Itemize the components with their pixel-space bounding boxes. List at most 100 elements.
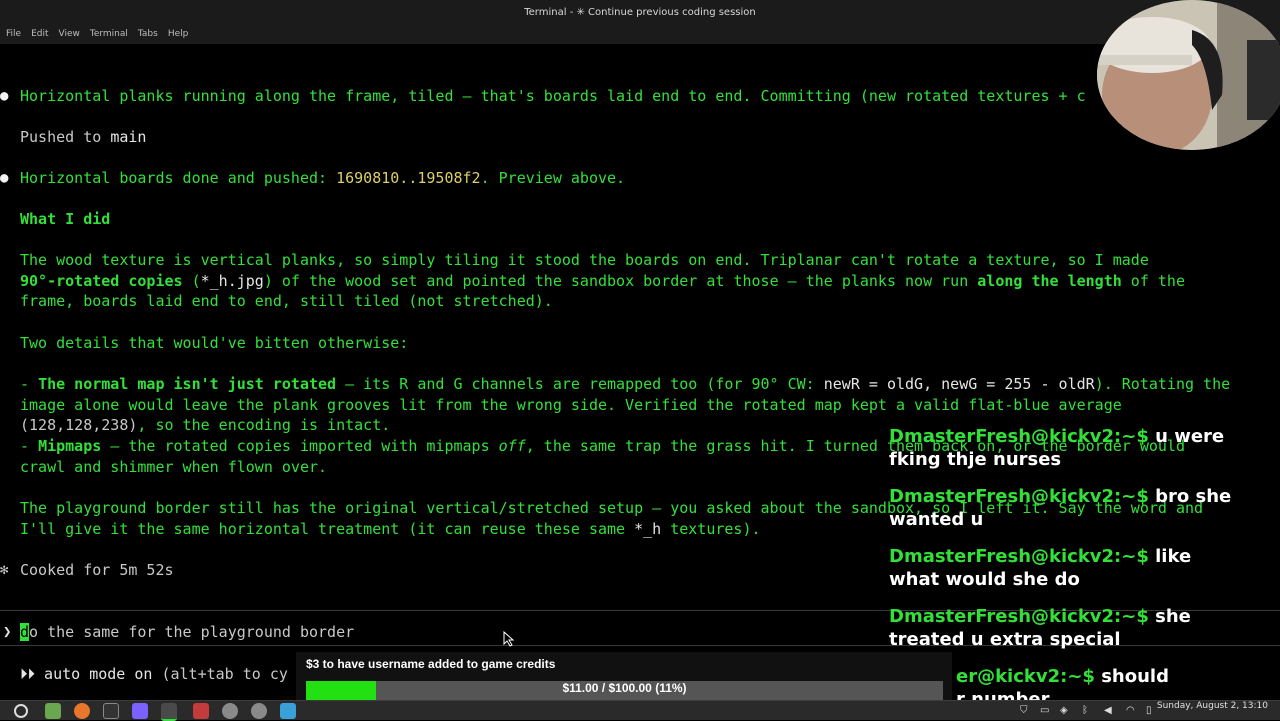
app-icon[interactable] bbox=[193, 703, 209, 719]
text: ) of the wood set and pointed the sandbo… bbox=[263, 272, 978, 290]
webcam-image bbox=[1097, 0, 1280, 150]
menu-file[interactable]: File bbox=[0, 29, 26, 39]
list-dash: - bbox=[20, 375, 39, 393]
paragraph-line: frame, boards laid end to end, still til… bbox=[20, 292, 553, 310]
donation-goal-widget: $3 to have username added to game credit… bbox=[296, 652, 952, 706]
clock[interactable]: Sunday, August 2, 13:10 bbox=[1157, 701, 1268, 721]
prompt-input[interactable]: do the same for the playground border bbox=[20, 622, 354, 642]
firefox-icon[interactable] bbox=[74, 703, 90, 719]
branch-name: main bbox=[110, 128, 147, 146]
auto-mode-line: ⏵⏵ auto mode on (alt+tab to cy bbox=[20, 664, 288, 684]
donation-goal-title: $3 to have username added to game credit… bbox=[306, 657, 556, 671]
asterisk-icon: ✻ bbox=[0, 562, 9, 578]
terminal-output[interactable]: ● Horizontal planks running along the fr… bbox=[0, 44, 1280, 700]
pushed-line: Pushed to main bbox=[20, 127, 146, 147]
text: , so the encoding is intact. bbox=[137, 416, 391, 434]
window-title: Terminal - ✳ Continue previous coding se… bbox=[524, 6, 756, 18]
webcam-feed bbox=[1097, 0, 1280, 150]
paragraph-line: The wood texture is vertical planks, so … bbox=[20, 251, 1149, 269]
chat-text: bro she bbox=[1148, 486, 1232, 507]
app-icon[interactable] bbox=[132, 703, 148, 719]
chat-username: DmasterFresh@kickv2:~$ bbox=[889, 486, 1149, 507]
files-icon[interactable] bbox=[45, 703, 61, 719]
app-icon[interactable] bbox=[280, 703, 296, 719]
chat-message: DmasterFresh@kickv2:~$ she bbox=[889, 606, 1191, 628]
terminal-icon[interactable] bbox=[103, 703, 119, 719]
chat-message: DmasterFresh@kickv2:~$ like bbox=[889, 546, 1191, 568]
code-text: newR = oldG, newG = 255 - oldR bbox=[823, 375, 1095, 393]
chat-text: treated u extra special bbox=[889, 629, 1121, 650]
menu-view[interactable]: View bbox=[54, 29, 85, 39]
list-item: - The normal map isn't just rotated — it… bbox=[20, 374, 1230, 394]
chat-text: what would she do bbox=[889, 569, 1080, 590]
text: I'll give it the same horizontal treatme… bbox=[20, 520, 635, 538]
bold-text: along the length bbox=[977, 272, 1122, 290]
auto-mode-label: auto mode on bbox=[44, 665, 153, 683]
list-item-line: crawl and shimmer when flown over. bbox=[20, 458, 328, 476]
bold-text: The normal map isn't just rotated bbox=[38, 375, 337, 393]
bullet-dot-icon: ● bbox=[0, 88, 9, 104]
prompt-chevron-icon: ❯ bbox=[3, 624, 12, 640]
notifications-icon[interactable]: ▯ bbox=[1146, 703, 1152, 719]
timing-status: Cooked for 5m 52s bbox=[20, 561, 174, 579]
done-line: Horizontal boards done and pushed: 16908… bbox=[20, 168, 625, 188]
fast-forward-icon: ⏵⏵ bbox=[20, 665, 36, 683]
code-text: *_h.jpg bbox=[200, 272, 264, 290]
auto-mode-hint: (alt+tab to cy bbox=[161, 665, 288, 683]
text: textures). bbox=[661, 520, 761, 538]
code-text: *_h bbox=[634, 520, 662, 538]
italic-text: off bbox=[498, 437, 526, 455]
menu-help[interactable]: Help bbox=[163, 29, 194, 39]
input-text: o the same for the playground border bbox=[29, 623, 355, 641]
text: — its R and G channels are remapped too … bbox=[336, 375, 824, 393]
chat-username: er@kickv2:~$ bbox=[956, 666, 1095, 687]
settings-icon[interactable] bbox=[222, 703, 238, 719]
folder-icon[interactable]: ▭ bbox=[1040, 703, 1049, 719]
mouse-pointer-icon bbox=[503, 631, 515, 647]
bold-text: Mipmaps bbox=[38, 437, 102, 455]
menu-edit[interactable]: Edit bbox=[26, 29, 53, 39]
shield-icon[interactable]: ⛉ bbox=[1020, 703, 1028, 719]
chat-text: should bbox=[1094, 666, 1169, 687]
commit-hash: 1690810..19508f2 bbox=[336, 169, 481, 187]
text: ( bbox=[182, 272, 201, 290]
security-icon[interactable]: ◈ bbox=[1060, 703, 1068, 719]
chat-message: er@kickv2:~$ should bbox=[956, 666, 1169, 688]
volume-icon[interactable]: ◀ bbox=[1104, 703, 1112, 719]
menu-tabs[interactable]: Tabs bbox=[133, 29, 163, 39]
taskbar: ⛉ ▭ ◈ ᛒ ◀ ◠ ▯ Sunday, August 2, 13:10 bbox=[0, 700, 1280, 721]
network-icon[interactable]: ◠ bbox=[1126, 703, 1135, 719]
chat-username: DmasterFresh@kickv2:~$ bbox=[889, 606, 1149, 627]
app-menu-icon[interactable] bbox=[14, 704, 28, 718]
text: — the rotated copies imported with mipma… bbox=[101, 437, 499, 455]
chat-message: DmasterFresh@kickv2:~$ bro she bbox=[889, 486, 1231, 508]
list-item-line: (128,128,238), so the encoding is intact… bbox=[20, 415, 390, 435]
text: of the bbox=[1121, 272, 1185, 290]
pushed-prefix: Pushed to bbox=[20, 128, 111, 146]
menu-terminal[interactable]: Terminal bbox=[85, 29, 133, 39]
section-heading: What I did bbox=[20, 210, 111, 228]
chat-username: DmasterFresh@kickv2:~$ bbox=[889, 426, 1149, 447]
chat-text: like bbox=[1148, 546, 1192, 567]
bold-text: 90°-rotated copies bbox=[20, 272, 183, 290]
terminal-task-icon[interactable] bbox=[161, 703, 177, 721]
chat-message: DmasterFresh@kickv2:~$ u were bbox=[889, 426, 1224, 448]
chat-text: u were bbox=[1148, 426, 1225, 447]
done-text: Horizontal boards done and pushed: bbox=[20, 169, 337, 187]
menu-bar: File Edit View Terminal Tabs Help bbox=[0, 24, 1280, 44]
text-cursor: d bbox=[20, 623, 30, 641]
list-item-line: image alone would leave the plank groove… bbox=[20, 396, 1122, 414]
bluetooth-icon[interactable]: ᛒ bbox=[1082, 703, 1088, 719]
list-dash: - bbox=[20, 437, 39, 455]
paragraph-line: I'll give it the same horizontal treatme… bbox=[20, 519, 761, 539]
bullet-dot-icon: ● bbox=[0, 170, 9, 186]
paragraph-line: 90°-rotated copies (*_h.jpg) of the wood… bbox=[20, 271, 1185, 291]
done-suffix: . Preview above. bbox=[480, 169, 626, 187]
chat-text: wanted u bbox=[889, 509, 984, 530]
chat-text: she bbox=[1148, 606, 1191, 627]
settings-icon[interactable] bbox=[251, 703, 267, 719]
chat-username: DmasterFresh@kickv2:~$ bbox=[889, 546, 1149, 567]
status-line-committing: Horizontal planks running along the fram… bbox=[20, 87, 1086, 105]
paragraph-line: Two details that would've bitten otherwi… bbox=[20, 334, 409, 352]
chat-text: fking thje nurses bbox=[889, 449, 1062, 470]
